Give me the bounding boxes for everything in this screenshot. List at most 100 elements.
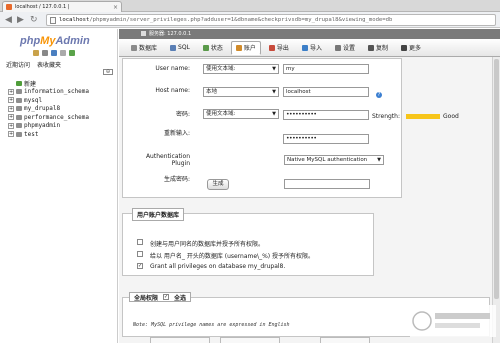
expand-icon[interactable]: + <box>8 122 14 129</box>
password-input[interactable]: •••••••••• <box>283 110 369 120</box>
host-name-input[interactable]: localhost <box>283 87 369 97</box>
check-all-checkbox[interactable]: ✓ <box>163 294 170 300</box>
tab-users[interactable]: 账户 <box>230 40 261 55</box>
check-all-label[interactable]: 全选 <box>174 293 186 302</box>
strength-value: Good <box>443 113 459 120</box>
docs-icon[interactable] <box>51 50 57 56</box>
privilege-group-box <box>220 337 280 343</box>
auth-plugin-label-2: Plugin <box>171 160 190 167</box>
menu-label: SQL <box>178 44 190 51</box>
host-name-type-select[interactable]: 本地 ▼ <box>203 87 279 97</box>
tab-favorites[interactable]: 表收藏夹 <box>37 60 61 69</box>
database-icon <box>16 97 22 103</box>
tab-sql[interactable]: SQL <box>165 41 195 55</box>
back-icon[interactable]: ◀ <box>5 15 12 25</box>
url-field[interactable]: localhost/phpmyadmin/server_privileges.p… <box>46 14 496 26</box>
global-privileges-legend: 全局权限 ✓ 全选 <box>129 292 192 302</box>
settings-icon[interactable] <box>60 50 66 56</box>
user-name-input[interactable]: my <box>283 64 369 74</box>
database-item[interactable]: + phpmyadmin <box>8 122 89 131</box>
tab-recent[interactable]: 近期访问 <box>6 60 30 69</box>
menu-label: 设置 <box>342 45 355 52</box>
reload-icon[interactable]: ↻ <box>30 15 38 25</box>
database-icon <box>16 106 22 112</box>
watermark-logo <box>410 305 496 337</box>
database-item[interactable]: + test <box>8 130 89 139</box>
browser-tab[interactable]: localhost / 127.0.0.1 | × <box>2 1 122 12</box>
collapse-all-icon[interactable]: ⊖ <box>103 69 113 75</box>
create-db-checkbox[interactable] <box>137 239 143 245</box>
page-icon <box>50 16 56 24</box>
database-tree: 新建 + information_schema + mysql + my_dru… <box>8 79 89 139</box>
password-label: 密码: <box>175 111 190 118</box>
url-path: /phpmyadmin/server_privileges.php?adduse… <box>89 17 393 23</box>
privilege-group-box <box>320 337 370 343</box>
breadcrumb: 服务器: 127.0.0.1 <box>119 29 500 39</box>
database-icon <box>16 89 22 95</box>
tab-close-icon[interactable]: × <box>113 4 118 11</box>
expand-icon[interactable]: + <box>8 97 14 104</box>
strength-label: Strength: <box>372 113 400 120</box>
chevron-down-icon <box>400 44 407 51</box>
server-icon <box>141 31 146 36</box>
database-item[interactable]: + my_drupal8 <box>8 105 89 114</box>
grant-db-checkbox[interactable]: ✓ <box>137 263 143 269</box>
user-name-type-select[interactable]: 使用文本域: ▼ <box>203 64 279 74</box>
grant-db-label: Grant all privileges on database my_drup… <box>150 263 286 270</box>
database-icon <box>16 123 22 129</box>
tab-status[interactable]: 状态 <box>198 41 228 55</box>
expand-icon[interactable]: + <box>8 88 14 95</box>
tab-title: localhost / 127.0.0.1 | <box>15 4 70 10</box>
database-item[interactable]: + performance_schema <box>8 113 89 122</box>
auth-plugin-label-1: Authentication <box>145 153 190 160</box>
password-type-select[interactable]: 使用文本域: ▼ <box>203 109 279 119</box>
replication-icon <box>367 44 374 51</box>
menu-label: 状态 <box>210 45 223 52</box>
generate-password-label: 生成密码: <box>163 176 190 183</box>
database-item[interactable]: + information_schema <box>8 88 89 97</box>
forward-icon[interactable]: ▶ <box>17 15 24 25</box>
wildcard-db-checkbox[interactable] <box>137 251 143 257</box>
new-database-icon <box>16 80 22 86</box>
sql-icon <box>170 44 177 51</box>
database-icon <box>16 114 22 120</box>
breadcrumb-server[interactable]: 服务器: 127.0.0.1 <box>149 31 191 37</box>
privilege-group-box <box>150 337 210 343</box>
tab-gear[interactable]: 设置 <box>330 41 360 55</box>
generated-password-input[interactable] <box>284 179 370 189</box>
database-item[interactable]: + mysql <box>8 96 89 105</box>
tab-database[interactable]: 数据库 <box>126 41 162 55</box>
expand-icon[interactable]: + <box>8 114 14 121</box>
database-icon <box>131 44 137 51</box>
scrollbar[interactable] <box>492 57 500 343</box>
menu-label: 复制 <box>375 45 388 52</box>
reenter-password-input[interactable]: •••••••••• <box>283 134 369 144</box>
help-icon[interactable]: ? <box>376 92 382 98</box>
new-database-item[interactable]: 新建 <box>8 79 89 88</box>
reload-nav-icon[interactable] <box>69 50 75 56</box>
generate-password-button[interactable]: 生成 <box>207 179 229 190</box>
sidebar-tabs: 近期访问 表收藏夹 <box>6 60 61 69</box>
scrollbar-thumb[interactable] <box>494 59 499 299</box>
auth-plugin-select[interactable]: Native MySQL authentication ▼ <box>284 155 384 165</box>
phpmyadmin-logo[interactable]: phpMyAdmin <box>20 35 90 47</box>
tab-export[interactable]: 导出 <box>264 41 294 55</box>
expand-icon[interactable]: + <box>8 105 14 112</box>
sidebar: phpMyAdmin 近期访问 表收藏夹 ⊖ 新建 + information_… <box>0 29 118 343</box>
tab-replication[interactable]: 复制 <box>363 41 393 55</box>
home-icon[interactable] <box>33 50 39 56</box>
menu-label: 账户 <box>243 45 256 52</box>
users-icon <box>235 44 242 51</box>
logout-icon[interactable] <box>42 50 48 56</box>
database-icon <box>16 131 22 137</box>
url-host: localhost <box>59 17 90 23</box>
tab-chevron-down[interactable]: 更多 <box>396 41 426 55</box>
menu-label: 更多 <box>408 45 421 52</box>
gear-icon <box>334 44 341 51</box>
status-icon <box>202 44 209 51</box>
reenter-label: 重新输入: <box>163 130 190 137</box>
expand-icon[interactable]: + <box>8 131 14 138</box>
favicon-icon <box>6 4 12 10</box>
tab-import[interactable]: 导入 <box>297 41 327 55</box>
user-database-legend: 用户账户数据库 <box>132 208 185 221</box>
